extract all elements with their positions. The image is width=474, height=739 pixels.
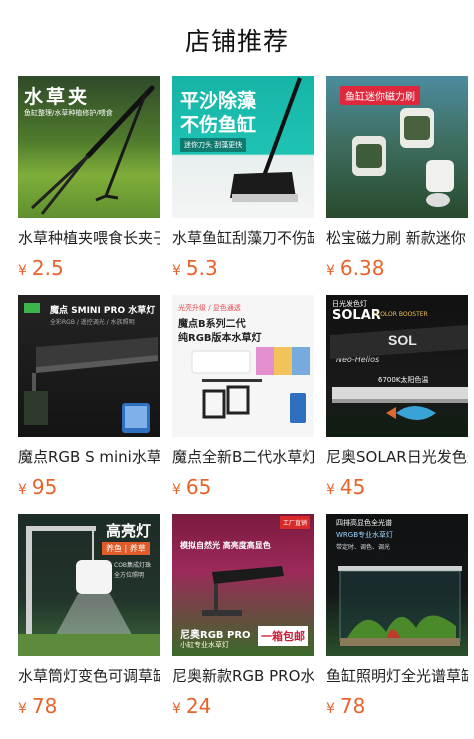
currency-symbol: ¥	[18, 701, 27, 717]
product-card[interactable]: 高亮灯 养鱼 | 养草 COB集成灯珠 全方位照明 水草筒灯变色可调草缸 ¥ 7…	[18, 514, 160, 721]
product-card[interactable]: 四排高显色全光谱 WRGB专业水草灯 带定时、调色、调光 鱼缸照明灯全光谱草缸 …	[326, 514, 468, 721]
product-image[interactable]: 日光发色灯 SOLAR COLOR BOOSTER Neo-Helios 670…	[326, 295, 468, 437]
product-price: ¥ 45	[326, 475, 468, 499]
page-header: 店铺推荐	[0, 0, 474, 80]
product-image[interactable]: 鱼缸迷你磁力刷	[326, 76, 468, 218]
price-value: 2.5	[31, 256, 64, 280]
magnet-brush-illustration	[352, 108, 454, 207]
price-value: 5.3	[185, 256, 218, 280]
product-price: ¥ 95	[18, 475, 160, 499]
currency-symbol: ¥	[18, 482, 27, 498]
page-title: 店铺推荐	[184, 27, 289, 56]
product-card[interactable]: 鱼缸迷你磁力刷 松宝磁力刷 新款迷你 ¥ 6.38	[326, 76, 468, 283]
price-value: 45	[339, 475, 366, 499]
currency-symbol: ¥	[172, 263, 181, 279]
product-title[interactable]: 尼奥SOLAR日光发色灯	[326, 446, 468, 467]
full-spectrum-light-illustration	[338, 566, 462, 646]
product-card[interactable]: 水草夹 鱼缸整理/水草种植修护/喂食 水草种植夹喂食长夹子 ¥ 2.5	[18, 76, 160, 283]
product-title[interactable]: 松宝磁力刷 新款迷你	[326, 227, 468, 248]
product-image[interactable]: 高亮灯 养鱼 | 养草 COB集成灯珠 全方位照明	[18, 514, 160, 656]
product-grid: 水草夹 鱼缸整理/水草种植修护/喂食 水草种植夹喂食长夹子 ¥ 2.5 平沙除藻…	[0, 76, 474, 721]
product-price: ¥ 2.5	[18, 256, 160, 280]
price-value: 6.38	[339, 256, 385, 280]
price-value: 24	[185, 694, 212, 718]
product-price: ¥ 65	[172, 475, 314, 499]
algae-scraper-illustration	[230, 77, 302, 202]
currency-symbol: ¥	[172, 701, 181, 717]
product-title[interactable]: 水草筒灯变色可调草缸	[18, 665, 160, 686]
currency-symbol: ¥	[326, 263, 335, 279]
product-image[interactable]: 平沙除藻 不伤鱼缸 迷你刀头 刮藻更快	[172, 76, 314, 218]
product-title[interactable]: 鱼缸照明灯全光谱草缸	[326, 665, 468, 686]
product-image[interactable]: 四排高显色全光谱 WRGB专业水草灯 带定时、调色、调光	[326, 514, 468, 656]
currency-symbol: ¥	[326, 701, 335, 717]
product-price: ¥ 78	[18, 694, 160, 718]
product-card[interactable]: 平沙除藻 不伤鱼缸 迷你刀头 刮藻更快 水草鱼缸刮藻刀不伤缸 ¥ 5.3	[172, 76, 314, 283]
price-value: 78	[339, 694, 366, 718]
product-title[interactable]: 水草种植夹喂食长夹子	[18, 227, 160, 248]
price-value: 95	[31, 475, 58, 499]
price-value: 78	[31, 694, 58, 718]
rgb-pro-light-illustration	[202, 566, 284, 616]
solar-light-illustration: SOL	[330, 325, 468, 420]
product-image[interactable]: 水草夹 鱼缸整理/水草种植修护/喂食	[18, 76, 160, 218]
aquarium-light-illustration	[24, 337, 158, 433]
product-card[interactable]: 日光发色灯 SOLAR COLOR BOOSTER Neo-Helios 670…	[326, 295, 468, 502]
pendant-light-illustration	[18, 526, 160, 656]
svg-text:SOL: SOL	[388, 332, 417, 348]
product-image[interactable]: 光亮升级 / 显色通透 魔点B系列二代 纯RGB版本水草灯	[172, 295, 314, 437]
product-image[interactable]: 魔点 SMINI PRO 水草灯 全彩RGB / 遥控调光 / 水族照明	[18, 295, 160, 437]
currency-symbol: ¥	[326, 482, 335, 498]
product-card[interactable]: 工厂直销 模拟自然光 高亮度高显色 尼奥RGB PRO 小缸专业水草灯 一箱包邮…	[172, 514, 314, 721]
product-card[interactable]: 光亮升级 / 显色通透 魔点B系列二代 纯RGB版本水草灯 魔点全新B二代水草灯…	[172, 295, 314, 502]
product-price: ¥ 78	[326, 694, 468, 718]
product-price: ¥ 5.3	[172, 256, 314, 280]
product-title[interactable]: 魔点全新B二代水草灯	[172, 446, 314, 467]
product-title[interactable]: 魔点RGB S mini水草灯	[18, 446, 160, 467]
product-image[interactable]: 工厂直销 模拟自然光 高亮度高显色 尼奥RGB PRO 小缸专业水草灯 一箱包邮	[172, 514, 314, 656]
light-kit-illustration	[191, 347, 310, 423]
price-value: 65	[185, 475, 212, 499]
currency-symbol: ¥	[18, 263, 27, 279]
product-price: ¥ 6.38	[326, 256, 468, 280]
product-price: ¥ 24	[172, 694, 314, 718]
product-card[interactable]: 魔点 SMINI PRO 水草灯 全彩RGB / 遥控调光 / 水族照明 魔点R…	[18, 295, 160, 502]
currency-symbol: ¥	[172, 482, 181, 498]
product-title[interactable]: 尼奥新款RGB PRO水草灯	[172, 665, 314, 686]
product-title[interactable]: 水草鱼缸刮藻刀不伤缸	[172, 227, 314, 248]
planting-tweezer-illustration	[30, 85, 155, 215]
